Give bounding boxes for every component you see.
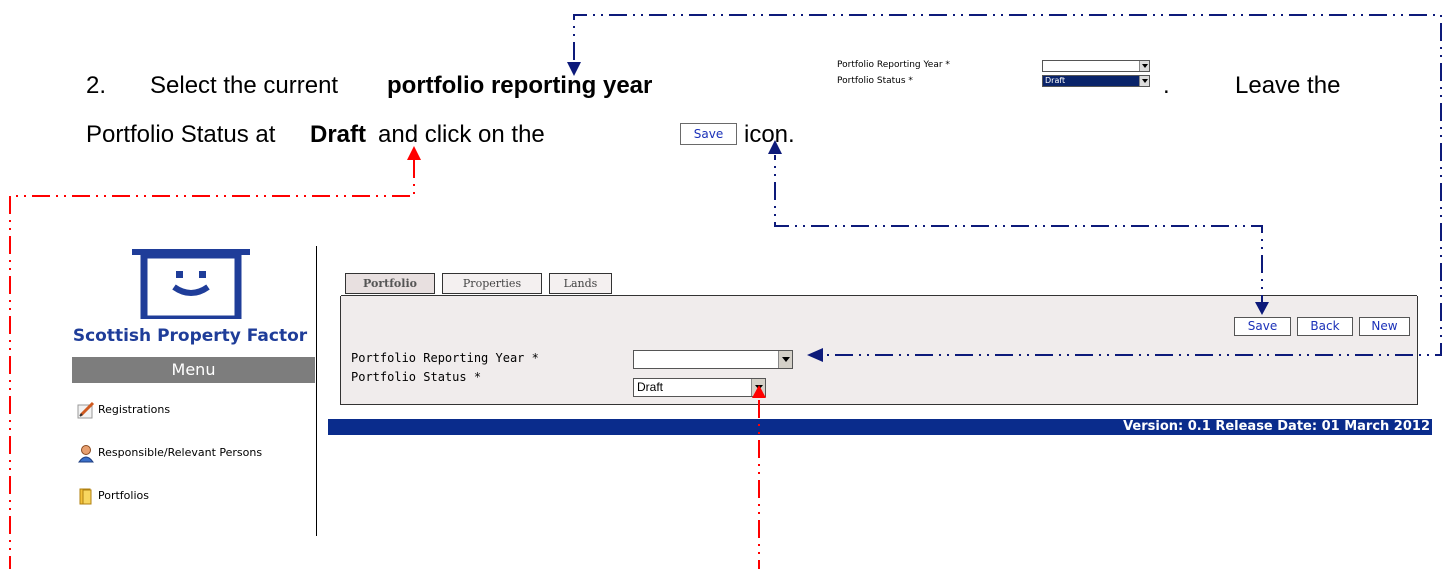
navy-arrowhead-down-save [1255, 302, 1269, 315]
navy-arrowhead-left-select [807, 348, 823, 362]
red-arrow-line-left [9, 160, 415, 569]
navy-arrow-line-save [774, 155, 1263, 313]
annotation-overlay [9, 14, 1442, 569]
navy-arrowhead-up-inline-save [768, 140, 782, 154]
red-arrowhead-up-select [752, 385, 766, 398]
navy-arrow-line-top [573, 14, 1442, 356]
red-arrowhead-up-draft [407, 146, 421, 160]
navy-arrowhead-down-mini [567, 62, 581, 76]
